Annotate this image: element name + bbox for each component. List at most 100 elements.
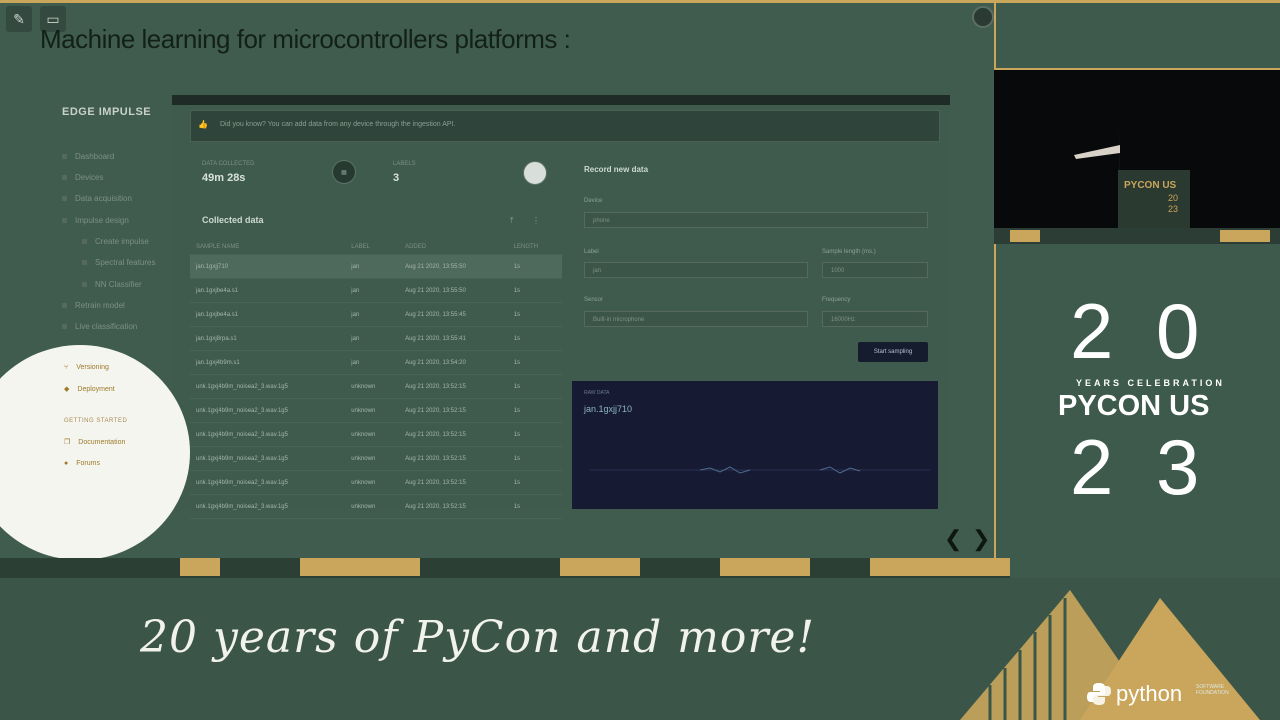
sidebar-item-live-classification[interactable]: Live classification [62,322,137,331]
label-label: Label [584,249,599,255]
gold-accent [720,558,810,576]
getting-started-heading: GETTING STARTED [64,418,128,424]
python-snake-icon [1087,683,1111,705]
labels-label: LABELS [393,161,416,167]
logo-digit: 2 [1070,287,1114,375]
app-topbar [172,95,950,105]
table-row[interactable]: jan.1gxj8rpa.s1 jan Aug 21 2020, 13:55:41 1… [190,326,562,351]
bullet-icon [82,282,87,287]
book-icon: ❐ [64,439,71,446]
podium-year-top: 20 [1168,193,1179,203]
start-sampling-button[interactable]: Start sampling [858,342,928,362]
frequency-select[interactable]: 16000Hz [822,311,928,327]
table-row[interactable]: unk.1gxj4b9m_noisea2_3.wav.1g5 unknown Aug… [190,374,562,399]
device-label: Device [584,198,603,204]
column-header[interactable]: LABEL [345,240,400,255]
database-icon [62,196,67,201]
column-header[interactable]: ADDED [399,240,508,255]
frequency-label: Frequency [822,297,851,303]
package-icon: ◆ [64,386,70,393]
table-row[interactable]: unk.1gxj4b9m_noisea2_3.wav.1g5 unknown Aug… [190,398,562,423]
logo-digit: 3 [1156,423,1200,511]
data-collected-value: 49m 28s [202,172,246,184]
sensor-select[interactable]: Built-in microphone [584,311,808,327]
python-wordmark: python [1116,681,1183,706]
data-collected-label: DATA COLLECTED [202,161,255,167]
sidebar-item-dashboard[interactable]: Dashboard [62,152,114,161]
record-new-data-title: Record new data [584,165,649,174]
raw-data-label: RAW DATA [584,390,610,396]
logo-digit: 2 [1070,423,1114,511]
clock-icon: ▦ [332,160,356,184]
pie-chart-icon [523,161,547,185]
table-row[interactable]: unk.1gxj4b9m_noisea2_3.wav.1g5 unknown Aug… [190,470,562,495]
speaker-silhouette [1074,123,1120,215]
gold-accent [870,558,1010,576]
documentation-link[interactable]: ❐ Documentation [64,438,125,447]
app-logo: EDGE IMPULSE [62,106,152,118]
branch-icon: ⑂ [64,364,69,371]
sample-length-input[interactable]: 1000 [822,262,928,278]
upload-icon[interactable]: ⤒ [510,216,514,226]
psf-small-text: SOFTWARE FOUNDATION [1196,684,1229,696]
table-row[interactable]: jan.1gxjbe4a.s1 jan Aug 21 2020, 13:55:45 1… [190,302,562,327]
table-row[interactable]: jan.1gxjj710 jan Aug 21 2020, 13:55:50 1s [190,254,562,279]
bullet-icon [82,239,87,244]
python-logo: python [1086,681,1182,707]
bullet-icon [82,260,87,265]
table-row[interactable]: jan.1gxj4b9m.s1 jan Aug 21 2020, 13:54:20 1… [190,350,562,375]
sidebar-item-versioning[interactable]: ⑂ Versioning [64,364,109,371]
close-icon[interactable] [972,6,994,28]
table-header-row: SAMPLE NAME LABEL ADDED LENGTH [190,240,562,255]
device-select[interactable]: phone [584,212,928,228]
collected-data-title: Collected data [202,215,264,225]
sidebar-item-impulse-design[interactable]: Impulse design [62,216,129,225]
sidebar-item-deployment[interactable]: ◆ Deployment [64,385,115,394]
label-input[interactable]: jan [584,262,808,278]
sidebar-item-devices[interactable]: Devices [62,173,103,182]
sidebar-item-data-acquisition[interactable]: Data acquisition [62,194,132,203]
sidebar-item-create-impulse[interactable]: Create impulse [82,237,149,246]
live-icon [62,324,67,329]
pycon-us-logo: PYCON US [1058,390,1210,422]
column-header[interactable]: LENGTH [507,240,562,255]
sensor-label: Sensor [584,297,604,303]
labels-value: 3 [393,172,400,184]
table-row[interactable]: unk.1gxj4b9m_noisea2_3.wav.1g5 unknown Aug… [190,494,562,519]
slide-bottom-frame [0,558,1010,578]
column-header[interactable]: SAMPLE NAME [190,240,346,255]
gold-accent [1010,230,1040,242]
table-row[interactable]: unk.1gxj4b9m_noisea2_3.wav.1g5 unknown Aug… [190,422,562,447]
dashboard-icon [62,154,67,159]
retrain-icon [62,303,67,308]
preview-sample-name: jan.1gxjj710 [584,404,633,414]
table-row[interactable]: jan.1gxjbe4a.s1 jan Aug 21 2020, 13:55:50 1… [190,278,562,303]
pencil-icon[interactable]: ✎ [6,6,32,32]
banner-tagline: 20 years of PyCon and more! [140,612,816,663]
sidebar-item-spectral-features[interactable]: Spectral features [82,258,155,267]
next-slide-button[interactable]: ❯ [972,526,990,552]
logo-digit: 0 [1156,287,1200,375]
collected-data-table: SAMPLE NAME LABEL ADDED LENGTH jan.1gxjj… [190,240,562,519]
sidebar-item-nn-classifier[interactable]: NN Classifier [82,280,142,289]
tip-text: Did you know? You can add data from any … [220,121,456,128]
gold-accent [560,558,640,576]
chat-icon: ● [64,460,69,467]
impulse-icon [62,218,67,223]
podium-year-bottom: 23 [1168,204,1179,214]
gold-accent [180,558,220,576]
more-icon[interactable]: ⋮ [532,216,540,225]
sample-length-label: Sample length (ms.) [822,249,876,255]
table-row[interactable]: unk.1gxj4b9m_noisea2_3.wav.1g5 unknown Aug… [190,446,562,471]
gold-accent [1220,230,1270,242]
sidebar-item-retrain-model[interactable]: Retrain model [62,301,125,310]
forums-link[interactable]: ● Forums [64,460,100,467]
thumbs-up-icon: 👍 [198,120,208,129]
podium [1118,170,1190,228]
podium-text: PYCON US [1124,180,1177,191]
years-celebration-text: YEARS CELEBRATION [1076,378,1225,388]
waveform-chart [590,466,930,474]
previous-slide-button[interactable]: ❮ [944,526,962,552]
devices-icon [62,175,67,180]
slide-title: Machine learning for microcontrollers pl… [40,24,571,54]
